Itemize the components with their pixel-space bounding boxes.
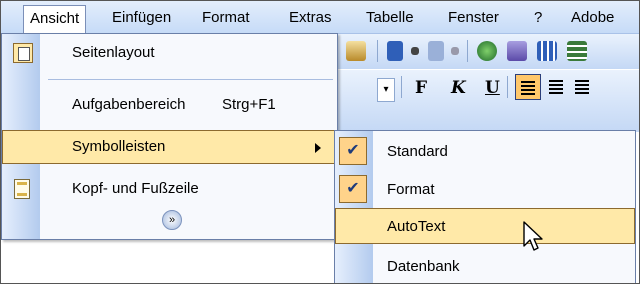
redo-dropdown-icon[interactable] [451,47,459,55]
underline-button[interactable]: U [485,78,500,98]
menu-einfuegen[interactable]: Einfügen [106,7,177,29]
menu-item-shortcut: Strg+F1 [222,96,276,113]
menu-format[interactable]: Format [196,7,256,29]
checkmark-icon: ✔ [339,175,367,203]
italic-button[interactable]: K [451,78,466,98]
menu-separator [48,79,333,80]
menu-item-seitenlayout[interactable]: Seitenlayout [2,36,337,70]
menu-format-label: Format [202,9,250,26]
submenu-item-label: AutoText [387,218,446,235]
redo-icon[interactable] [428,41,444,61]
submenu-item-label: Datenbank [387,258,460,275]
menu-einfuegen-label: Einfügen [112,9,172,26]
menu-item-label: Kopf- und Fußzeile [72,180,199,197]
checkmark-icon: ✔ [339,137,367,165]
menu-item-symbolleisten[interactable]: Symbolleisten [2,130,337,164]
submenu-arrow-icon [315,143,321,153]
hyperlink-icon[interactable] [477,41,497,61]
undo-icon[interactable] [387,41,403,61]
app-window: Ansicht Einfügen Format Extras Tabelle F… [0,0,640,284]
menu-bar: Ansicht Einfügen Format Extras Tabelle F… [1,1,639,34]
insert-excel-icon[interactable] [567,41,587,61]
align-center-icon[interactable] [549,80,563,82]
menu-item-label: Seitenlayout [72,44,155,61]
submenu-item-datenbank[interactable]: Datenbank [335,248,635,283]
toolbar-separator [401,76,402,98]
menu-ansicht-label: Ansicht [30,10,80,27]
submenu-item-autotext[interactable]: AutoText [335,208,635,244]
menu-adobe-label: Adobe [571,9,615,26]
menu-fenster[interactable]: Fenster [442,7,505,29]
submenu-item-format[interactable]: ✔ Format [335,171,635,207]
header-footer-icon [14,179,30,199]
align-right-icon[interactable] [575,80,589,82]
toolbar-separator [377,40,378,62]
menu-help[interactable]: ? [528,7,548,29]
menu-extras[interactable]: Extras [283,7,338,29]
menu-fenster-label: Fenster [448,9,499,26]
menu-extras-label: Extras [289,9,332,26]
menu-item-aufgabenbereich[interactable]: Aufgabenbereich Strg+F1 [2,88,337,122]
submenu-item-label: Format [387,181,435,198]
page-layout-icon [13,43,33,63]
menu-ansicht[interactable]: Ansicht [23,5,87,34]
mouse-cursor-icon [523,221,543,251]
ansicht-menu: Seitenlayout Aufgabenbereich Strg+F1 Sym… [1,33,338,240]
menu-item-label: Symbolleisten [72,138,166,155]
menu-help-label: ? [534,9,543,26]
toolbar-separator [467,40,468,62]
double-chevron-down-icon[interactable]: » [162,210,182,230]
submenu-item-label: Standard [387,143,448,160]
font-size-dropdown-icon[interactable]: ▾ [377,78,395,102]
menu-tabelle-label: Tabelle [366,9,414,26]
symbolleisten-submenu: ✔ Standard ✔ Format AutoText Datenbank [334,130,636,283]
menu-tabelle[interactable]: Tabelle [360,7,420,29]
menu-adobe[interactable]: Adobe [565,7,620,29]
menu-item-kopf-fusszeile[interactable]: Kopf- und Fußzeile [2,172,337,206]
insert-table-icon[interactable] [537,41,557,61]
format-painter-icon[interactable] [346,41,366,61]
bold-button[interactable]: F [415,78,427,98]
align-left-icon [521,81,535,83]
toolbar-separator [507,76,508,98]
undo-dropdown-icon[interactable] [411,47,419,55]
submenu-item-standard[interactable]: ✔ Standard [335,133,635,169]
align-left-button[interactable] [515,74,541,100]
menu-item-label: Aufgabenbereich [72,96,186,113]
tables-borders-icon[interactable] [507,41,527,61]
